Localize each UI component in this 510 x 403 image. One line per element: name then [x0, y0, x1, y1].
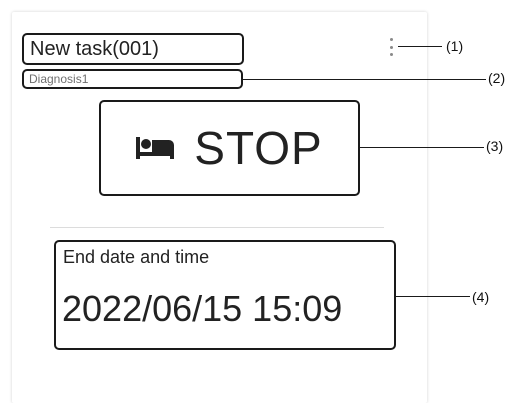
status-box: STOP: [99, 100, 360, 196]
callout-label-2: (2): [488, 70, 506, 86]
leader-line-2: [243, 79, 486, 80]
task-subtitle-box: Diagnosis1: [22, 69, 243, 89]
callout-label-1: (1): [446, 38, 464, 54]
task-title-box: New task(001): [22, 33, 244, 65]
kebab-menu-icon[interactable]: [384, 36, 398, 58]
figure-stage: New task(001) Diagnosis1 STOP End date a…: [0, 0, 510, 403]
end-datetime-value: 2022/06/15 15:09: [62, 288, 343, 329]
section-divider: [50, 227, 384, 228]
leader-line-3: [360, 147, 484, 148]
status-content: STOP: [136, 121, 322, 175]
bed-icon: [136, 137, 175, 159]
end-datetime-label: End date and time: [63, 247, 210, 267]
end-datetime-box: End date and time 2022/06/15 15:09: [54, 240, 396, 350]
callout-label-4: (4): [472, 289, 490, 305]
task-subtitle: Diagnosis1: [29, 72, 89, 86]
leader-line-4: [396, 296, 470, 297]
callout-label-3: (3): [486, 138, 504, 154]
status-label: STOP: [194, 122, 323, 174]
leader-line-1: [398, 46, 442, 47]
task-title: New task(001): [30, 37, 159, 60]
